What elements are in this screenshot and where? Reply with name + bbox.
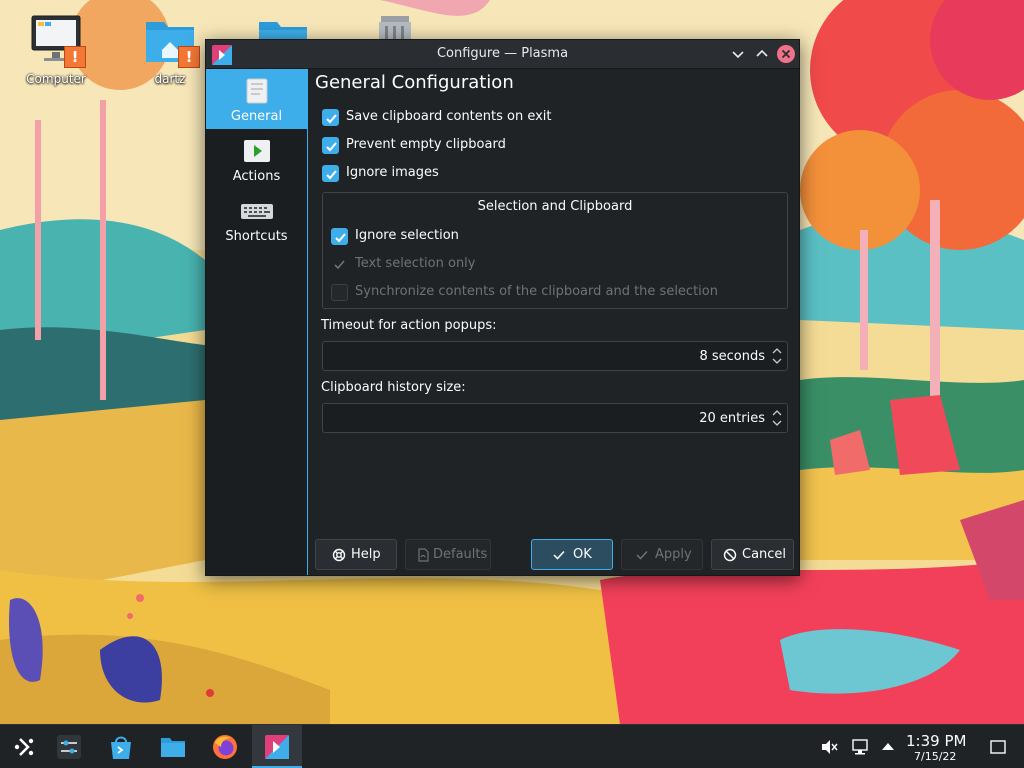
sidebar-item-actions[interactable]: Actions xyxy=(206,129,307,189)
taskbar-dolphin[interactable] xyxy=(148,725,198,768)
sidebar-item-label: Shortcuts xyxy=(225,229,288,244)
close-button[interactable] xyxy=(777,45,795,63)
history-size-spinbox[interactable]: 20 entries xyxy=(322,403,788,433)
checkbox-label: Save clipboard contents on exit xyxy=(346,109,552,124)
button-label: Apply xyxy=(655,547,692,562)
checkbox-unchecked-disabled[interactable] xyxy=(331,284,348,301)
sidebar-item-general[interactable]: General xyxy=(206,69,307,129)
actions-play-icon xyxy=(243,137,271,165)
spin-arrows-icon[interactable] xyxy=(771,345,783,367)
history-size-label: Clipboard history size: xyxy=(321,380,466,395)
button-label: OK xyxy=(573,547,592,562)
volume-muted-icon[interactable] xyxy=(820,738,838,756)
spinbox-value: 20 entries xyxy=(699,411,765,426)
selection-and-clipboard-group: Selection and Clipboard Ignore selection… xyxy=(322,192,788,309)
apply-button[interactable]: Apply xyxy=(621,539,703,570)
clock-time[interactable]: 1:39 PM xyxy=(906,732,966,750)
application-launcher-icon xyxy=(14,738,34,756)
taskbar-system-settings[interactable] xyxy=(44,725,94,768)
minimize-button[interactable] xyxy=(729,45,747,63)
checkmark-icon xyxy=(553,550,565,560)
network-icon[interactable] xyxy=(851,738,869,756)
document-revert-icon xyxy=(418,548,429,562)
klipper-clipboard-icon xyxy=(265,735,289,759)
titlebar[interactable]: Configure — Plasma xyxy=(206,40,799,69)
checkbox-label: Text selection only xyxy=(355,256,476,271)
timeout-label: Timeout for action popups: xyxy=(321,318,497,333)
clock-date[interactable]: 7/15/22 xyxy=(914,750,956,763)
help-lifebuoy-icon xyxy=(332,548,346,562)
checkbox-label: Ignore selection xyxy=(355,228,459,243)
cancel-icon xyxy=(723,548,737,562)
checkmark-icon xyxy=(326,142,337,152)
home-folder-icon: ! xyxy=(142,12,200,68)
taskbar-firefox[interactable] xyxy=(200,725,250,768)
taskbar: 1:39 PM 7/15/22 xyxy=(0,724,1024,768)
chevron-up-icon xyxy=(756,49,768,57)
checkmark-icon xyxy=(326,170,337,180)
desktop-icon-label: Computer xyxy=(26,72,86,86)
defaults-button[interactable]: Defaults xyxy=(405,539,491,570)
sidebar-item-shortcuts[interactable]: Shortcuts xyxy=(206,189,307,249)
system-settings-icon xyxy=(57,735,81,759)
button-label: Help xyxy=(351,547,381,562)
checkmark-icon xyxy=(334,260,345,270)
checkbox-label: Ignore images xyxy=(346,165,439,180)
checkbox-checked[interactable] xyxy=(331,228,348,245)
page-title: General Configuration xyxy=(315,72,514,93)
desktop-icon-home-folder[interactable]: ! dartz xyxy=(130,12,210,86)
cancel-button[interactable]: Cancel xyxy=(711,539,794,570)
help-button[interactable]: Help xyxy=(315,539,397,570)
group-title: Selection and Clipboard xyxy=(477,199,633,214)
checkbox-checked-disabled[interactable] xyxy=(331,256,348,273)
computer-icon: ! xyxy=(28,12,86,68)
configure-plasma-window: Configure — Plasma General Actions Short… xyxy=(205,39,800,576)
spinbox-value: 8 seconds xyxy=(699,349,765,364)
expand-tray-icon[interactable] xyxy=(879,738,897,756)
keyboard-icon xyxy=(241,197,273,225)
sidebar-item-label: General xyxy=(230,109,283,124)
warning-badge: ! xyxy=(64,46,86,68)
sidebar-item-label: Actions xyxy=(232,169,281,184)
desktop-icon-computer[interactable]: ! Computer xyxy=(16,12,96,86)
window-title: Configure — Plasma xyxy=(436,46,569,61)
button-label: Defaults xyxy=(433,547,488,562)
timeout-spinbox[interactable]: 8 seconds xyxy=(322,341,788,371)
checkmark-icon xyxy=(326,114,337,124)
checkbox-checked[interactable] xyxy=(322,165,339,182)
discover-store-icon xyxy=(111,736,131,759)
checkmark-icon xyxy=(636,550,648,560)
general-page-icon xyxy=(243,77,271,105)
show-desktop-icon[interactable] xyxy=(989,738,1007,756)
desktop-icon-label: dartz xyxy=(154,72,186,86)
checkmark-icon xyxy=(335,233,346,243)
firefox-icon xyxy=(213,735,237,759)
checkbox-label: Prevent empty clipboard xyxy=(346,137,506,152)
settings-sidebar: General Actions Shortcuts xyxy=(206,69,308,575)
checkbox-checked[interactable] xyxy=(322,137,339,154)
button-label: Cancel xyxy=(742,547,787,562)
close-icon xyxy=(781,49,791,59)
taskbar-discover[interactable] xyxy=(96,725,146,768)
spin-arrows-icon[interactable] xyxy=(771,407,783,429)
checkbox-label: Synchronize contents of the clipboard an… xyxy=(355,284,718,299)
chevron-down-icon xyxy=(732,51,744,59)
warning-badge: ! xyxy=(178,46,200,68)
dolphin-file-manager-icon xyxy=(161,738,185,757)
maximize-button[interactable] xyxy=(753,45,771,63)
general-configuration-page: General Configuration Save clipboard con… xyxy=(308,69,799,575)
taskbar-klipper-configure[interactable] xyxy=(252,725,302,768)
checkbox-checked[interactable] xyxy=(322,109,339,126)
application-launcher-button[interactable] xyxy=(0,725,50,768)
ok-button[interactable]: OK xyxy=(531,539,613,570)
